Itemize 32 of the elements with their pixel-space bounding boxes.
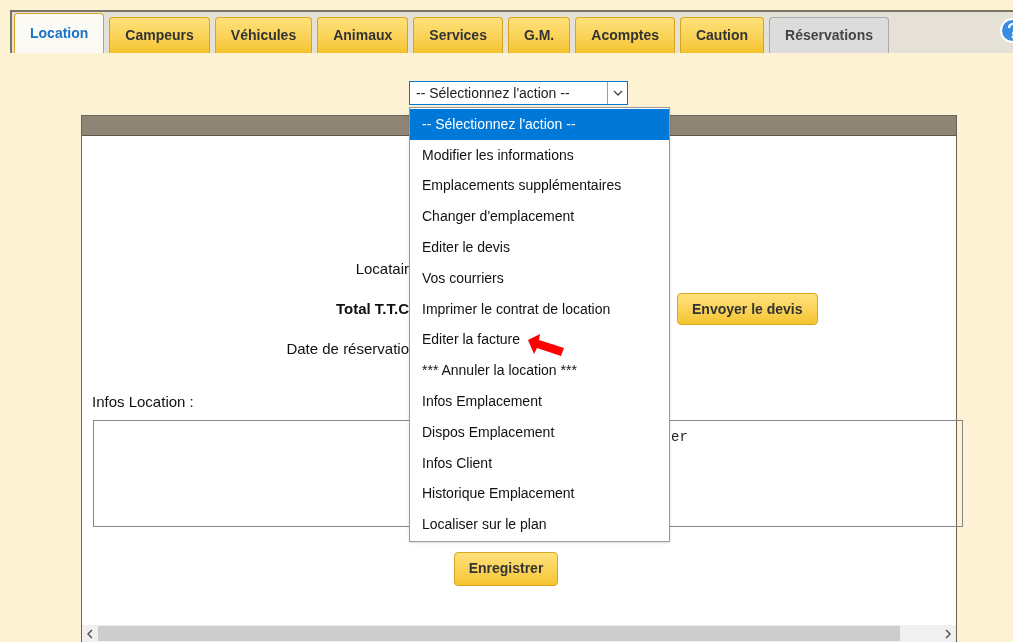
tab[interactable]: Campeurs <box>109 17 210 53</box>
tab[interactable]: Acomptes <box>575 17 675 53</box>
dropdown-option[interactable]: *** Annuler la location *** <box>410 355 669 387</box>
dropdown-option[interactable]: Infos Emplacement <box>410 386 669 417</box>
dropdown-option[interactable]: Modifier les informations <box>410 139 669 171</box>
field-label: Date de réservatio <box>285 338 409 359</box>
tab[interactable]: Véhicules <box>214 17 313 53</box>
dropdown-option[interactable]: -- Sélectionnez l'action -- <box>410 109 669 140</box>
tab[interactable]: Réservations <box>769 17 889 53</box>
tab[interactable]: Caution <box>679 17 765 53</box>
tab[interactable]: G.M. <box>507 17 571 53</box>
tab[interactable]: Animaux <box>317 17 409 53</box>
field-label: Total T.T.C <box>334 298 409 319</box>
tab[interactable]: Location <box>14 13 105 53</box>
dropdown-option[interactable]: Vos courriers <box>410 263 669 294</box>
action-select[interactable]: -- Sélectionnez l'action -- <box>409 81 628 105</box>
dropdown-option[interactable]: Changer d'emplacement <box>410 201 669 233</box>
dropdown-option[interactable]: Historique Emplacement <box>410 478 669 510</box>
dropdown-option[interactable]: Editer la facture <box>410 324 669 356</box>
save-button[interactable]: Enregistrer <box>453 551 559 586</box>
dropdown-option[interactable]: Imprimer le contrat de location <box>410 293 669 325</box>
scroll-left-icon[interactable] <box>86 628 94 639</box>
dropdown-option[interactable]: Localiser sur le plan <box>410 509 669 541</box>
field-label: Locatair <box>354 258 409 279</box>
dropdown-option[interactable]: Dispos Emplacement <box>410 416 669 448</box>
infos-location-label: Infos Location : <box>92 392 194 412</box>
tab[interactable]: Services <box>413 17 503 53</box>
scroll-right-icon[interactable] <box>944 628 952 639</box>
dropdown-option[interactable]: Infos Client <box>410 447 669 479</box>
send-quote-button[interactable]: Envoyer le devis <box>677 293 818 325</box>
dropdown-option[interactable]: Emplacements supplémentaires <box>410 170 669 202</box>
dropdown-option[interactable]: Editer le devis <box>410 232 669 263</box>
